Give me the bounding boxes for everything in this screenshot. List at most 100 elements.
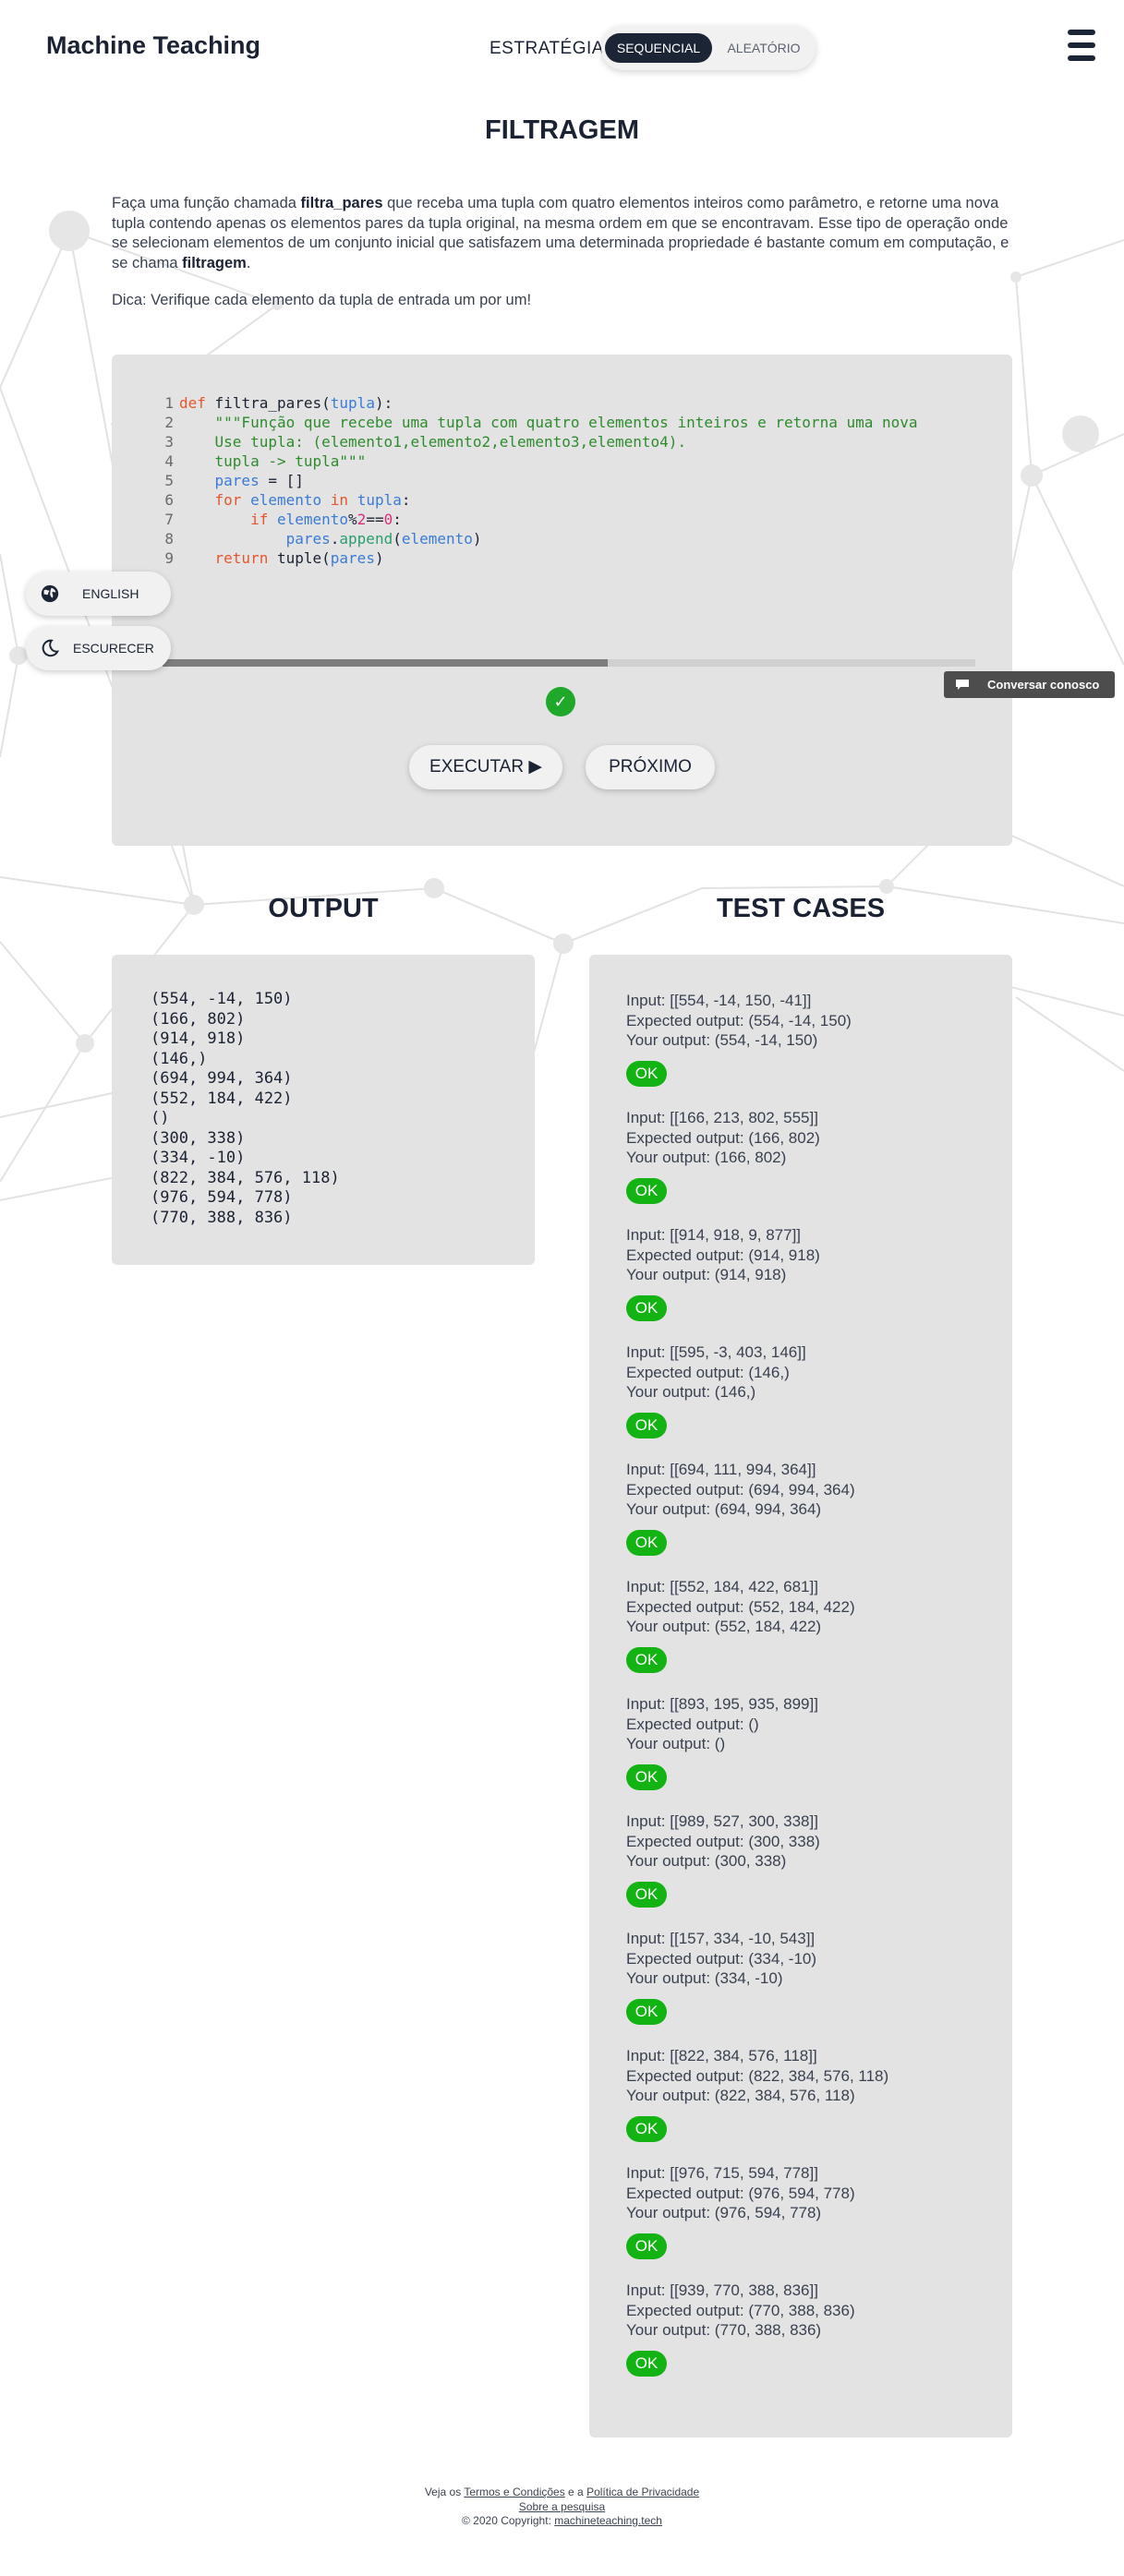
footer: Veja os Termos e Condições e a Política … [0,2486,1124,2529]
test-case: Input: [[893, 195, 935, 899]] Expected o… [626,1694,996,1790]
test-status-badge: OK [626,2233,667,2259]
output-lines: (554, -14, 150) (166, 802) (914, 918) (1… [151,990,340,1228]
test-case: Input: [[939, 770, 388, 836]] Expected o… [626,2281,996,2377]
code-line[interactable]: 9 return tuple(pares) [155,548,968,568]
test-status-badge: OK [626,1764,667,1790]
strategy-option-random[interactable]: ALEATÓRIO [716,33,812,63]
output-line: (770, 388, 836) [151,1208,293,1227]
chat-button-label: Conversar conosco [987,678,1100,692]
test-your-output: Your output: (976, 594, 778) [626,2204,822,2221]
footer-legal-line: Veja os Termos e Condições e a Política … [424,2486,700,2498]
code-editor[interactable]: 1 def filtra_pares(tupla): 2 """Função que… [155,393,968,568]
test-expected: Expected output: (334, -10) [626,1949,817,1968]
code-line[interactable]: 5 pares = [] [155,471,968,490]
code-line[interactable]: 7 if elemento%2==0: [155,510,968,529]
editor-scrollbar-thumb[interactable] [163,659,608,667]
test-input: Input: [[554, -14, 150, -41]] [626,992,812,1009]
code-line[interactable]: 3 Use tupla: (elemento1,elemento2,elemen… [155,432,968,451]
line-number: 4 [164,452,174,470]
test-input: Input: [[166, 213, 802, 555]] [626,1109,818,1126]
test-cases-title: TEST CASES [716,894,886,923]
test-input: Input: [[893, 195, 935, 899]] [626,1695,818,1713]
test-input: Input: [[822, 384, 576, 118]] [626,2047,817,2064]
run-button[interactable]: EXECUTAR ▶ [409,745,562,789]
test-case: Input: [[976, 715, 594, 778]] Expected o… [626,2163,996,2259]
output-line: (554, -14, 150) [151,990,293,1008]
test-input: Input: [[157, 334, -10, 543]] [626,1930,816,1947]
output-title: OUTPUT [268,894,379,923]
output-line: (976, 594, 778) [151,1188,293,1207]
language-button-label: ENGLISH [82,586,139,601]
dark-mode-button-label: ESCURECER [73,641,154,656]
test-case: Input: [[822, 384, 576, 118]] Expected o… [626,2046,996,2142]
strategy-toggle[interactable]: SEQUENCIAL ALEATÓRIO [601,26,816,70]
strategy-option-sequential[interactable]: SEQUENCIAL [605,33,712,63]
about-research-link[interactable]: Sobre a pesquisa [519,2500,605,2513]
terms-link[interactable]: Termos e Condições [464,2486,564,2498]
check-icon: ✓ [546,687,575,716]
code-line[interactable]: 2 """Função que recebe uma tupla com qua… [155,413,968,432]
output-line: (694, 994, 364) [151,1069,293,1088]
output-line: (552, 184, 422) [151,1089,293,1108]
output-line: (166, 802) [151,1009,246,1029]
footer-copyright-line: © 2020 Copyright: machineteaching.tech [462,2514,662,2527]
test-input: Input: [[989, 527, 300, 338]] [626,1812,818,1830]
line-number: 5 [164,472,174,489]
line-number: 6 [164,491,174,509]
test-case: Input: [[166, 213, 802, 555]] Expected o… [626,1108,996,1204]
language-button[interactable]: ENGLISH [26,572,171,616]
test-input: Input: [[595, -3, 403, 146]] [626,1343,806,1361]
moon-icon [42,639,59,657]
test-expected: Expected output: (166, 802) [626,1128,820,1147]
test-input: Input: [[939, 770, 388, 836]] [626,2281,818,2299]
test-expected: Expected output: (300, 338) [626,1832,820,1850]
test-expected: Expected output: (770, 388, 836) [626,2301,855,2319]
hamburger-menu-icon[interactable] [1068,30,1095,61]
test-input: Input: [[914, 918, 9, 877]] [626,1226,802,1244]
next-button[interactable]: PRÓXIMO [586,745,715,789]
chat-button[interactable]: Conversar conosco [944,671,1115,698]
test-input: Input: [[694, 111, 994, 364]] [626,1461,816,1478]
globe-icon [41,584,59,603]
strategy-label: ESTRATÉGIA [489,39,604,58]
brand-logo[interactable]: Machine Teaching [46,31,260,60]
function-name: filtra_pares [300,195,383,211]
test-your-output: Your output: (694, 994, 364) [626,1500,822,1518]
test-your-output: Your output: (822, 384, 576, 118) [626,2087,855,2104]
output-line: (300, 338) [151,1128,246,1148]
code-line[interactable]: 8 pares.append(elemento) [155,529,968,548]
line-number: 2 [164,414,174,431]
line-number: 7 [164,511,174,528]
test-status-badge: OK [626,1530,667,1556]
test-your-output: Your output: (334, -10) [626,1969,783,1987]
site-link[interactable]: machineteaching.tech [554,2514,662,2527]
code-line[interactable]: 4 tupla -> tupla""" [155,451,968,471]
exercise-tip: Dica: Verifique cada elemento da tupla d… [112,292,532,308]
output-line: (334, -10) [151,1149,246,1167]
output-line: (914, 918) [151,1029,246,1048]
test-case: Input: [[554, -14, 150, -41]] Expected o… [626,991,996,1087]
test-your-output: Your output: (770, 388, 836) [626,2321,822,2339]
test-your-output: Your output: (552, 184, 422) [626,1618,822,1635]
line-number: 9 [164,549,174,567]
test-expected: Expected output: (146,) [626,1363,790,1381]
test-your-output: Your output: (554, -14, 150) [626,1031,818,1049]
test-status-badge: OK [626,1647,667,1673]
code-line[interactable]: 1 def filtra_pares(tupla): [155,393,968,413]
test-status-badge: OK [626,1178,667,1204]
test-status-badge: OK [626,1882,667,1908]
line-number: 1 [164,394,174,412]
concept-name: filtragem [182,254,247,271]
test-status-badge: OK [626,1295,667,1321]
privacy-link[interactable]: Política de Privacidade [586,2486,699,2498]
test-expected: Expected output: (914, 918) [626,1246,820,1264]
code-line[interactable]: 6 for elemento in tupla: [155,490,968,510]
test-case: Input: [[914, 918, 9, 877]] Expected out… [626,1225,996,1321]
dark-mode-button[interactable]: ESCURECER [26,626,171,670]
test-expected: Expected output: (554, -14, 150) [626,1011,852,1029]
line-number: 8 [164,530,174,548]
test-status-badge: OK [626,1999,667,2025]
output-line: (146,) [151,1049,208,1068]
chat-bubble-icon [956,680,969,690]
test-status-badge: OK [626,2116,667,2142]
